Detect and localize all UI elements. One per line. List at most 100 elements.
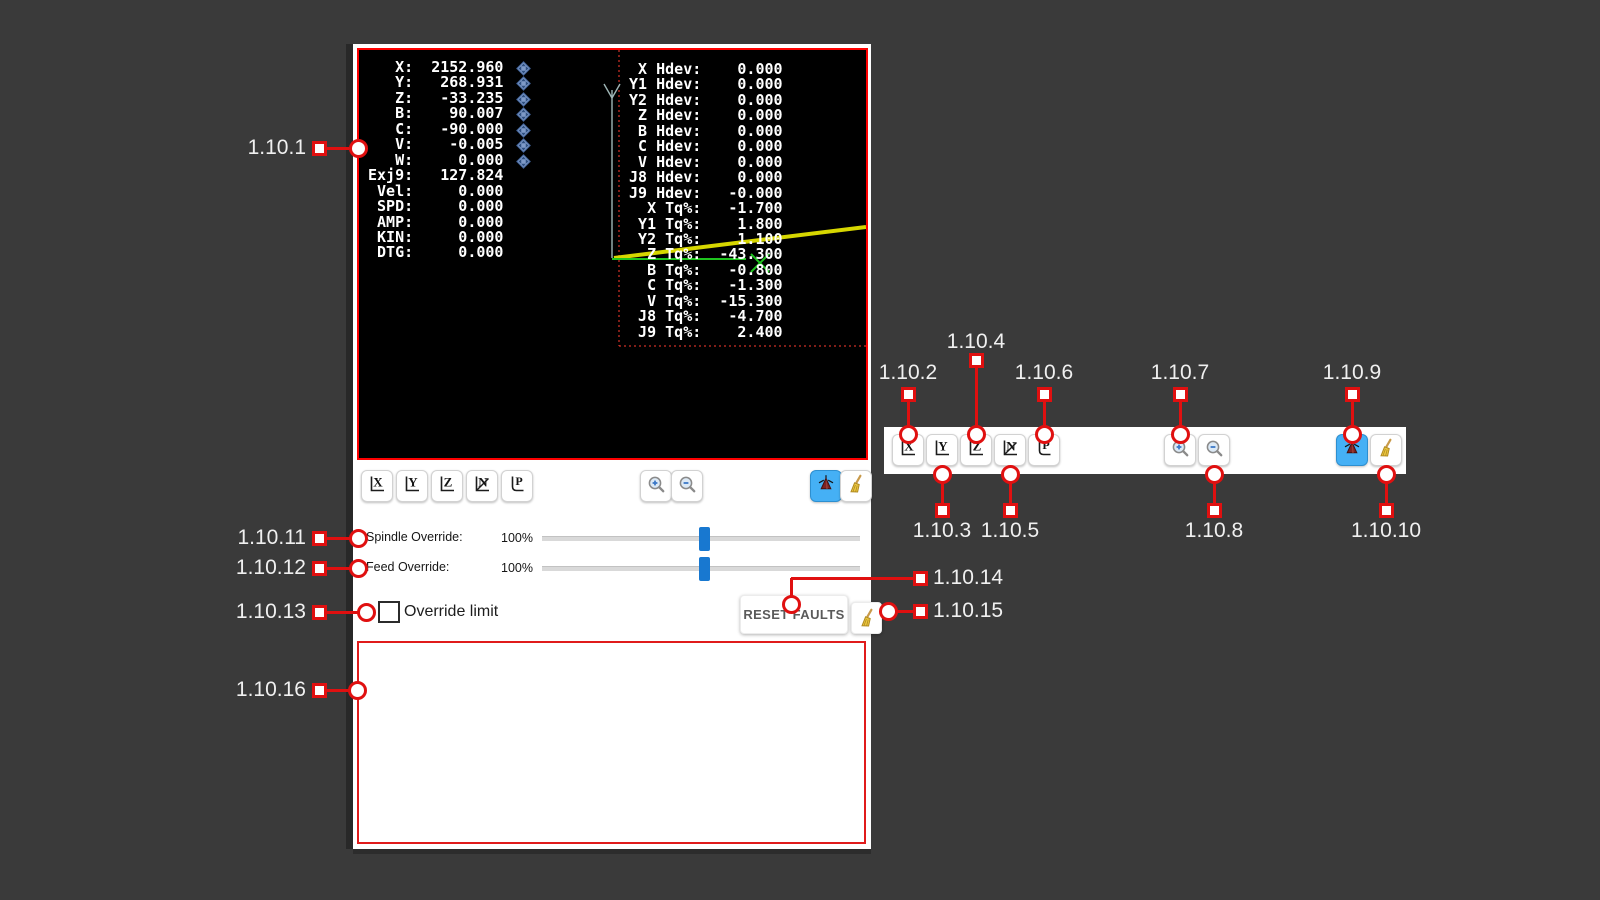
clear-backplot-button-strip[interactable] [1370,434,1402,466]
callout-square-1.10.5 [1003,503,1018,518]
callout-circle-1.10.8 [1205,465,1224,484]
feed-override-handle[interactable] [699,557,710,581]
callout-line-1.10.5 [1009,482,1012,503]
backplot-display[interactable]: X: 2152.960 Y: 268.931 Z: -33.235 B: 90.… [357,48,868,460]
jog-diamond-icon [516,61,531,76]
callout-label-1.10.6: 1.10.6 [984,360,1104,386]
callout-circle-1.10.11 [349,529,368,548]
callout-label-1.10.11: 1.10.11 [237,525,306,551]
callout-label-1.10.16: 1.10.16 [236,677,306,703]
zoom-in-button-main[interactable] [640,470,672,502]
zoom-out-icon [677,474,697,499]
view-y-icon: Y [932,438,952,463]
callout-line-1.10.8 [1213,482,1216,503]
dro-right-column: X Hdev: 0.000 Y1 Hdev: 0.000 Y2 Hdev: 0.… [620,62,783,340]
callout-circle-1.10.7 [1171,425,1190,444]
jog-diamond-icon [516,138,531,153]
callout-line-1.10.3 [941,482,944,503]
callout-line-1.10.14 [791,577,913,580]
view-x-button-main[interactable]: X [361,470,393,502]
callout-line-1.10.7 [1179,401,1182,427]
screenshot-stage: X: 2152.960 Y: 268.931 Z: -33.235 B: 90.… [0,0,1600,900]
view-rotated-icon: N [1000,438,1020,463]
callout-label-1.10.2: 1.10.2 [848,360,968,386]
show-machine-button-main[interactable] [810,470,842,502]
svg-text:N: N [1006,438,1016,453]
jog-diamond-icon [516,123,531,138]
clear-backplot-icon [1376,438,1396,463]
callout-label-1.10.10: 1.10.10 [1326,518,1446,544]
callout-square-1.10.7 [1173,387,1188,402]
spindle-override-slider[interactable] [542,536,860,541]
view-z-button-main[interactable]: Z [431,470,463,502]
override-limit-checkbox[interactable] [378,601,400,623]
clear-faults-button[interactable] [851,602,882,634]
callout-line-1.10.14 [790,578,793,596]
callout-label-1.10.1: 1.10.1 [248,135,306,161]
callout-square-1.10.14 [913,571,928,586]
callout-square-1.10.8 [1207,503,1222,518]
spindle-override-value: 100% [493,531,533,545]
callout-line-1.10.2 [907,401,910,427]
svg-text:Y: Y [408,474,418,489]
zoom-out-button-main[interactable] [671,470,703,502]
callout-line-1.10.15 [896,610,913,613]
window-edge-band [346,44,353,849]
view-y-button-main[interactable]: Y [396,470,428,502]
svg-text:N: N [478,474,488,489]
svg-text:P: P [515,474,522,488]
callout-line-1.10.13 [326,611,358,614]
svg-text:X: X [373,474,383,489]
view-perspective-button-main[interactable]: P [501,470,533,502]
view-x-icon: X [367,474,387,499]
feed-override-slider[interactable] [542,566,860,571]
callout-line-1.10.11 [326,537,350,540]
callout-circle-1.10.16 [348,681,367,700]
callout-label-1.10.13: 1.10.13 [236,599,306,625]
view-rotated-button-strip[interactable]: N [994,434,1026,466]
spindle-override-label: Spindle Override: [366,530,463,544]
callout-label-1.10.15: 1.10.15 [933,598,1003,624]
callout-square-1.10.2 [901,387,916,402]
callout-circle-1.10.6 [1035,425,1054,444]
callout-line-1.10.16 [326,689,349,692]
callout-square-1.10.3 [935,503,950,518]
callout-circle-1.10.3 [933,465,952,484]
callout-circle-1.10.10 [1377,465,1396,484]
fault-message-area [357,641,866,844]
jog-diamond-icon [516,154,531,169]
callout-line-1.10.12 [326,567,350,570]
clear-backplot-button-main[interactable] [840,470,872,502]
callout-circle-1.10.12 [349,559,368,578]
override-limit-label: Override limit [404,603,498,621]
callout-square-1.10.15 [913,604,928,619]
callout-line-1.10.6 [1043,401,1046,427]
svg-text:Y: Y [938,438,948,453]
view-rotated-button-main[interactable]: N [466,470,498,502]
dro-left-column: X: 2152.960 Y: 268.931 Z: -33.235 B: 90.… [368,60,503,261]
feed-override-label: Feed Override: [366,560,449,574]
callout-label-1.10.9: 1.10.9 [1292,360,1412,386]
callout-line-1.10.4 [975,367,978,427]
svg-text:Z: Z [444,474,453,489]
callout-label-1.10.4: 1.10.4 [916,329,1036,355]
callout-square-1.10.9 [1345,387,1360,402]
show-machine-icon [816,474,836,499]
callout-square-1.10.11 [312,531,327,546]
callout-square-1.10.6 [1037,387,1052,402]
callout-circle-1.10.13 [357,603,376,622]
callout-circle-1.10.9 [1343,425,1362,444]
zoom-out-button-strip[interactable] [1198,434,1230,466]
jog-diamond-icon [516,92,531,107]
view-rotated-icon: N [472,474,492,499]
callout-square-1.10.1 [312,141,327,156]
callout-label-1.10.5: 1.10.5 [950,518,1070,544]
callout-circle-1.10.15 [879,602,898,621]
spindle-override-handle[interactable] [699,527,710,551]
callout-square-1.10.16 [312,683,327,698]
callout-label-1.10.7: 1.10.7 [1120,360,1240,386]
view-y-button-strip[interactable]: Y [926,434,958,466]
callout-circle-1.10.1 [349,139,368,158]
callout-circle-1.10.2 [899,425,918,444]
callout-circle-1.10.14 [782,595,801,614]
